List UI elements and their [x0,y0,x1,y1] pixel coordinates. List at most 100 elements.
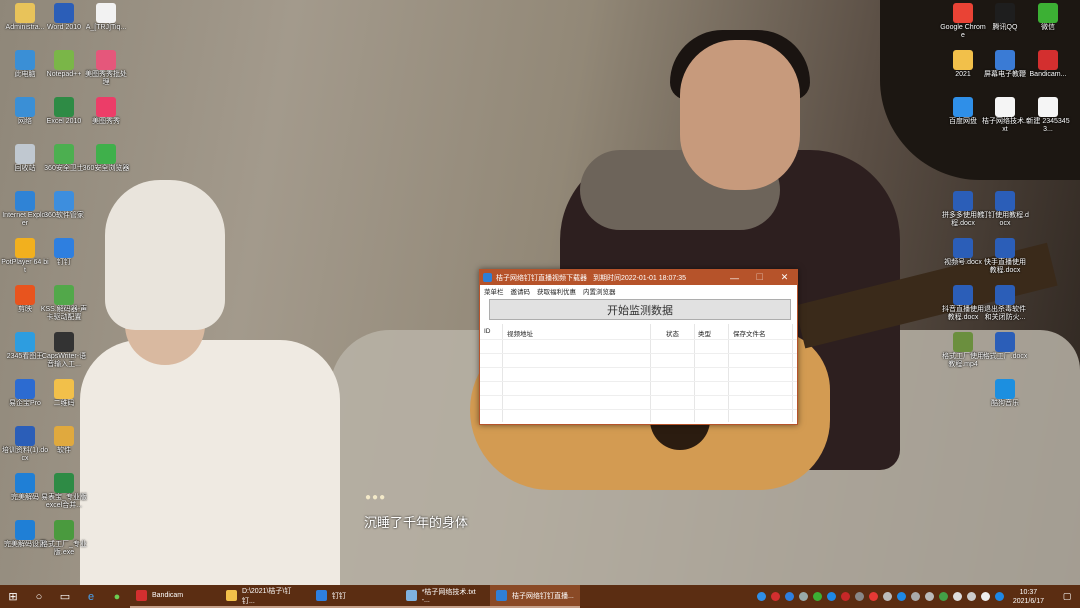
desktop-icon[interactable]: 抖音直播使用教程.docx [939,285,987,322]
taskbar-item[interactable]: D:\2021\桔子\钉钉... [220,585,310,608]
desktop-icon[interactable]: 快手直播使用教程.docx [981,238,1029,275]
tray-app-icon[interactable] [925,592,935,601]
tray-app-icon[interactable] [855,592,865,601]
notification-icon[interactable]: ▢ [1054,585,1080,608]
desktop-icon[interactable]: 退出杀毒软件和关闭防火... [981,285,1029,322]
desktop-icon[interactable]: 格式工厂.docx [981,332,1029,361]
desktop-icon[interactable]: 美图秀秀批处理 [82,50,130,87]
desktop-icon-label: 屏幕电子教鞭 [984,71,1026,78]
desktop-icon-label: 退出杀毒软件和关闭防火... [984,306,1026,321]
desktop-icon-label: 快手直播使用教程.docx [984,259,1026,274]
app-icon [1038,3,1058,23]
desktop-icon[interactable]: CapsWriter-语音输入工... [40,332,88,369]
tray-app-icon[interactable] [883,592,893,601]
tray-record-icon[interactable] [869,592,879,601]
desktop-icon[interactable]: Bandicam... [1024,50,1072,79]
app-icon [15,238,35,258]
desktop-icon[interactable]: 格式工厂使用教程.mp4 [939,332,987,369]
desktop-icon[interactable]: 易表宝_专业版excel合并... [40,473,88,510]
desktop-icon[interactable]: Word 2010 [40,3,88,32]
search-icon[interactable]: ○ [26,585,52,608]
task-view-icon[interactable]: ▭ [52,585,78,608]
menu-item-browser[interactable]: 内置浏览器 [583,286,616,296]
desktop-icon[interactable]: 360安全卫士 [40,144,88,173]
menu-item-menu[interactable]: 菜单栏 [484,286,504,296]
column-header-type[interactable]: 类型 [698,328,711,338]
desktop-icon[interactable]: Google Chrome [939,3,987,40]
tray-network-icon[interactable] [967,592,977,601]
edge-icon[interactable]: e [78,585,104,608]
maximize-button[interactable]: ☐ [747,270,772,285]
desktop-icon[interactable]: 美图秀秀 [82,97,130,126]
taskbar-item[interactable]: 钉钉 [310,585,400,608]
tray-app-icon[interactable] [897,592,907,601]
close-button[interactable]: ✕ [772,270,797,285]
clock-date: 2021/6/17 [1012,597,1044,605]
desktop-icon[interactable]: 钉钉使用教程.docx [981,191,1029,228]
desktop-icon[interactable]: 360安全浏览器 [82,144,130,173]
desktop-icon[interactable]: 拼多多使用教程.docx [939,191,987,228]
column-header-filename[interactable]: 保存文件名 [733,328,766,338]
desktop-icon[interactable]: KSS.解码器-声卡驱动配置 [40,285,88,322]
desktop-icon-label: 钉钉使用教程.docx [981,212,1029,227]
desktop-icon[interactable]: 新建 23453453... [1024,97,1072,134]
desktop-icon[interactable]: 格式工厂_专业版.exe [40,520,88,557]
tray-chevron-icon[interactable] [953,592,963,601]
window-titlebar[interactable]: 桔子网络钉钉直播视频下载器 到期时间2022-01-01 18:07:35 — … [480,270,797,285]
tray-volume-icon[interactable] [981,592,991,601]
taskbar-item[interactable]: 桔子网络钉钉直播... [490,585,580,608]
tray-qq-icon[interactable] [827,592,837,601]
app-icon [15,144,35,164]
desktop-icon[interactable]: 百度网盘 [939,97,987,126]
tray-baidu-icon[interactable] [757,592,767,601]
app-icon [54,520,74,540]
360-browser-icon[interactable]: ● [104,585,130,608]
column-header-status[interactable]: 状态 [666,328,679,338]
column-header-id[interactable]: ID [484,328,491,335]
tray-app-icon[interactable] [911,592,921,601]
desktop-icon[interactable]: 屏幕电子教鞭 [981,50,1029,79]
app-icon [953,238,973,258]
desktop-icon[interactable]: Notepad++ [40,50,88,79]
tray-cw-icon[interactable] [771,592,781,601]
tray-dingtalk-icon[interactable] [785,592,795,601]
desktop-icon[interactable]: 桔子网络技术.txt [981,97,1029,134]
desktop-icon[interactable]: 二维码 [40,379,88,408]
start-monitor-button[interactable]: 开始监测数据 [489,299,791,320]
row-divider [480,395,797,396]
tray-network-icon[interactable] [799,592,809,601]
tray-bandicam-icon[interactable] [841,592,851,601]
desktop-icon[interactable]: 腾讯QQ [981,3,1029,32]
app-icon [54,191,74,211]
desktop-icon-label: Notepad++ [46,71,82,78]
tray-ime-icon[interactable] [995,592,1005,601]
taskbar-clock[interactable]: 10:37 2021/6/17 [1013,588,1044,606]
taskbar: ⊞ ○ ▭ e ● Bandicam D:\2021\桔子\钉钉... 钉钉 *桔子网… [0,585,1080,608]
desktop-icon-label: 格式工厂_专业版.exe [41,541,87,556]
windows-start-icon[interactable]: ⊞ [0,585,26,608]
menu-item-invite-code[interactable]: 邀请码 [511,286,531,296]
app-icon [995,3,1015,23]
desktop-icon[interactable]: 微信 [1024,3,1072,32]
desktop-icon[interactable]: 软件 [40,426,88,455]
desktop-icon-label: 腾讯QQ [992,24,1018,31]
desktop-icon[interactable]: 2021 [939,50,987,79]
desktop-icon-label: 美图秀秀批处理 [85,71,127,86]
minimize-button[interactable]: — [722,270,747,285]
desktop-icon[interactable]: 酷狗音乐 [981,379,1029,408]
menu-item-coupon[interactable]: 获取福利优惠 [537,286,576,296]
taskbar-item[interactable]: *桔子网络技术.txt -... [400,585,490,608]
desktop-icon[interactable]: Excel 2010 [40,97,88,126]
tray-app-icon[interactable] [939,592,949,601]
app-icon [995,191,1015,211]
desktop-icon[interactable]: 视频号.docx [939,238,987,267]
desktop-icon[interactable]: 360软件管家 [40,191,88,220]
column-header-url[interactable]: 视频地址 [507,328,533,338]
desktop-icon[interactable]: 钉钉 [40,238,88,267]
clock-time: 10:37 [1019,588,1038,596]
desktop-icon-label: 软件 [57,447,71,454]
taskbar-item[interactable]: Bandicam [130,585,220,608]
tray-wechat-icon[interactable] [813,592,823,601]
app-icon [1038,50,1058,70]
desktop-icon[interactable]: A_[TRJ]Tiq... [82,3,130,32]
